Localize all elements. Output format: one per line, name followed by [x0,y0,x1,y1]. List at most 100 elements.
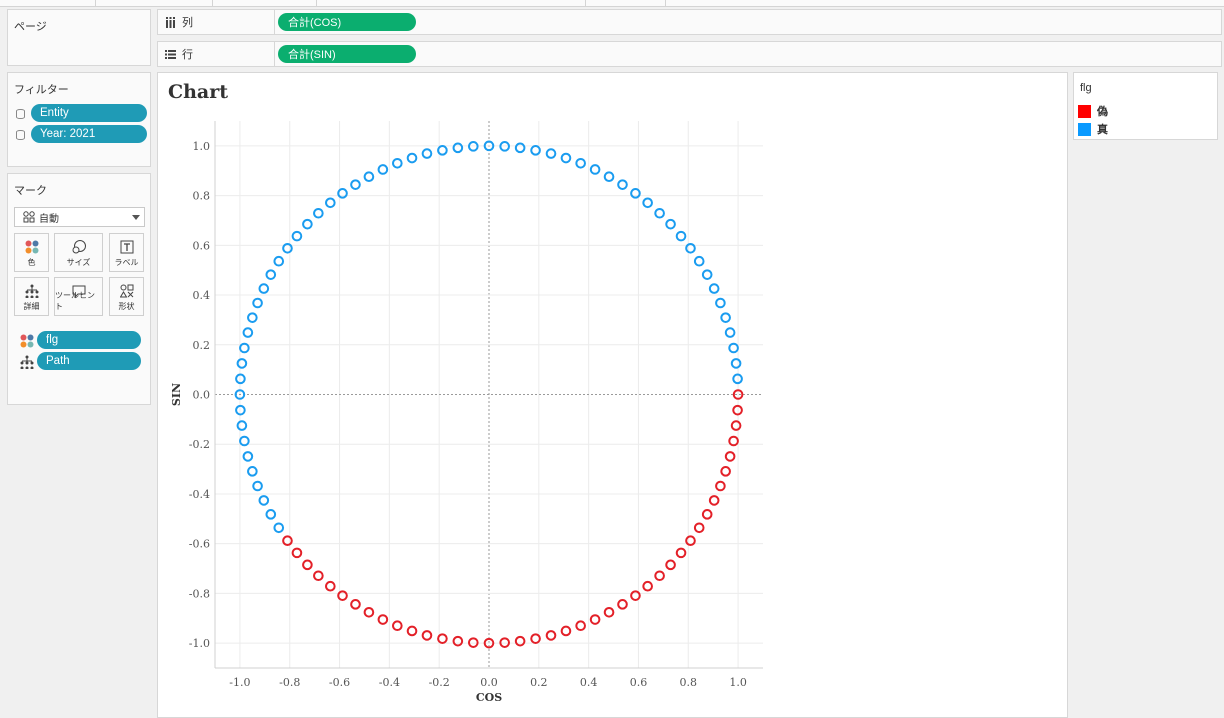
data-point[interactable] [693,255,705,267]
mark-type-dropdown[interactable]: 自動 [14,207,145,227]
tooltip-button[interactable]: ツールヒント [54,277,103,316]
data-point[interactable] [452,635,464,647]
data-point[interactable] [665,218,676,230]
data-point[interactable] [258,283,270,294]
data-point[interactable] [545,630,557,641]
x-tick-label: -0.2 [429,676,450,689]
data-point[interactable] [560,625,572,637]
database-icon [16,109,25,119]
data-point[interactable] [732,404,743,416]
data-point[interactable] [642,580,653,592]
data-point[interactable] [665,559,676,571]
data-point[interactable] [514,635,526,647]
shape-button-label: 形状 [118,302,135,311]
data-point[interactable] [603,171,615,182]
data-point[interactable] [247,312,258,323]
data-point[interactable] [715,480,726,492]
data-point[interactable] [724,327,736,338]
data-point[interactable] [720,466,731,477]
data-point[interactable] [575,157,586,169]
data-point[interactable] [545,148,557,159]
data-point[interactable] [642,197,653,209]
data-point[interactable] [589,614,601,625]
detail-button-label: 詳細 [23,302,40,311]
filter-pill-entity[interactable]: Entity [31,104,147,122]
data-point[interactable] [325,580,336,592]
data-point[interactable] [273,522,285,534]
data-point[interactable] [675,230,687,242]
data-point[interactable] [715,297,726,309]
data-point[interactable] [421,148,433,159]
data-point[interactable] [730,358,742,369]
data-point[interactable] [732,373,743,385]
shape-button[interactable]: 形状 [109,277,144,316]
columns-icon [166,16,175,28]
data-point[interactable] [258,495,270,506]
data-point[interactable] [452,142,464,154]
data-point[interactable] [406,152,418,164]
data-point[interactable] [242,327,254,338]
filter-pill-year[interactable]: Year: 2021 [31,125,147,143]
data-point[interactable] [363,171,375,182]
data-point[interactable] [252,297,263,309]
data-point[interactable] [392,157,403,169]
data-point[interactable] [617,599,628,610]
data-point[interactable] [236,358,248,369]
data-point[interactable] [708,283,720,294]
data-point[interactable] [247,466,258,477]
data-point[interactable] [603,607,615,618]
data-point[interactable] [350,179,361,190]
data-point[interactable] [302,559,313,571]
data-point[interactable] [720,312,731,323]
data-point[interactable] [654,207,665,219]
data-point[interactable] [236,420,248,431]
data-point[interactable] [235,404,246,416]
data-point[interactable] [560,152,572,164]
data-point[interactable] [708,495,720,506]
data-point[interactable] [377,164,389,175]
mark-field-flg[interactable]: flg [37,331,141,349]
data-point[interactable] [724,451,736,462]
data-point[interactable] [392,620,403,632]
data-point[interactable] [617,179,628,190]
data-point[interactable] [313,207,324,219]
y-tick-label: -0.4 [189,488,210,501]
data-point[interactable] [701,269,713,280]
data-point[interactable] [291,230,303,242]
data-point[interactable] [350,599,361,610]
data-point[interactable] [265,269,277,280]
data-point[interactable] [406,625,418,637]
data-point[interactable] [377,614,389,625]
detail-button[interactable]: 詳細 [14,277,49,316]
data-point[interactable] [589,164,601,175]
y-axis-label: SIN [170,383,183,406]
data-point[interactable] [701,509,713,520]
data-point[interactable] [421,630,433,641]
data-point[interactable] [363,607,375,618]
columns-pill-cos[interactable]: 合計(COS) [278,13,416,31]
label-button[interactable]: ラベル [109,233,144,272]
data-point[interactable] [325,197,336,209]
data-point[interactable] [242,451,254,462]
data-point[interactable] [265,509,277,520]
data-point[interactable] [291,547,303,559]
color-button[interactable]: 色 [14,233,49,272]
legend-item-false[interactable]: 偽 [1078,104,1108,118]
size-button[interactable]: サイズ [54,233,103,272]
data-point[interactable] [675,547,687,559]
data-point[interactable] [273,255,285,267]
rows-pill-sin[interactable]: 合計(SIN) [278,45,416,63]
data-point[interactable] [313,570,324,582]
data-point[interactable] [235,373,246,385]
data-point[interactable] [575,620,586,632]
y-tick-label: 0.2 [193,339,211,352]
legend-item-true[interactable]: 真 [1078,122,1108,136]
data-point[interactable] [693,522,705,534]
x-tick-label: 0.8 [680,676,698,689]
data-point[interactable] [514,142,526,154]
data-point[interactable] [654,570,665,582]
mark-field-path[interactable]: Path [37,352,141,370]
data-point[interactable] [302,218,313,230]
data-point[interactable] [252,480,263,492]
data-point[interactable] [730,420,742,431]
